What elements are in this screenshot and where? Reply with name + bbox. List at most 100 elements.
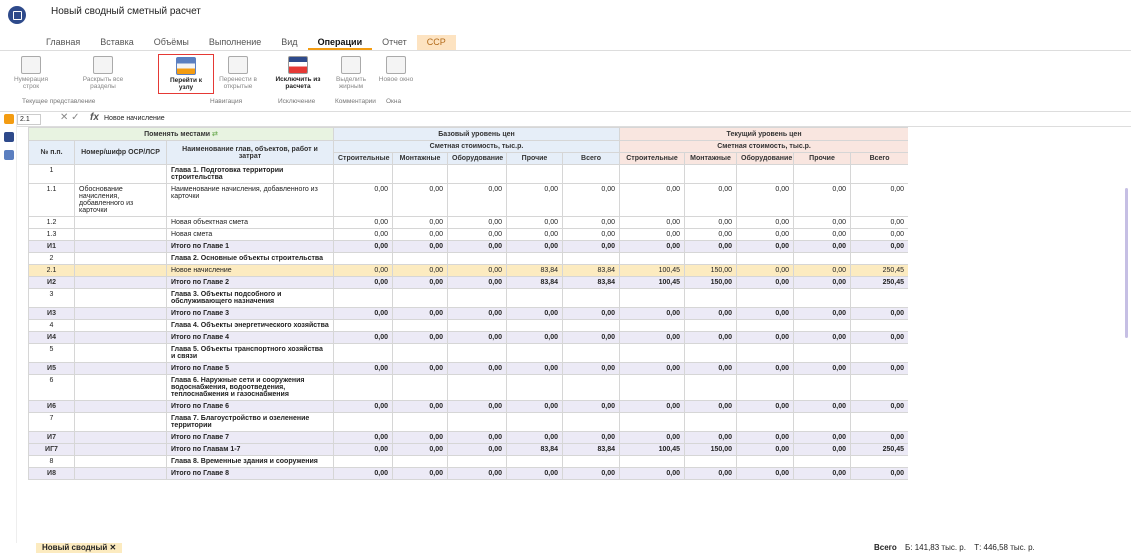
empty-cell[interactable] bbox=[506, 319, 563, 332]
col-num-header[interactable]: № п.п. bbox=[28, 140, 75, 165]
bold-button[interactable]: Выделить жирным bbox=[334, 56, 368, 90]
empty-cell[interactable] bbox=[793, 288, 852, 308]
value-cell[interactable]: 0,00 bbox=[392, 443, 448, 456]
value-cell[interactable]: 0,00 bbox=[736, 443, 795, 456]
row-number-cell[interactable]: И4 bbox=[28, 331, 75, 344]
value-cell[interactable]: 0,00 bbox=[793, 331, 852, 344]
row-name-cell[interactable]: Глава 2. Основные объекты строительства bbox=[166, 252, 334, 265]
value-cell[interactable]: 0,00 bbox=[793, 467, 852, 480]
empty-cell[interactable] bbox=[447, 319, 507, 332]
tab-view[interactable]: Вид bbox=[271, 35, 307, 50]
value-cell[interactable]: 0,00 bbox=[506, 331, 563, 344]
formula-input[interactable]: Новое начисление bbox=[104, 115, 165, 122]
row-name-cell[interactable]: Глава 7. Благоустройство и озеленение те… bbox=[166, 412, 334, 432]
value-cell[interactable]: 0,00 bbox=[561, 331, 621, 344]
value-cell[interactable]: 0,00 bbox=[684, 228, 738, 241]
value-cell[interactable]: 0,00 bbox=[850, 307, 908, 320]
empty-cell[interactable] bbox=[392, 319, 448, 332]
empty-cell[interactable] bbox=[447, 412, 507, 432]
row-code-cell[interactable] bbox=[74, 264, 167, 277]
row-code-cell[interactable] bbox=[74, 164, 167, 184]
value-cell[interactable]: 0,00 bbox=[392, 307, 448, 320]
row-number-cell[interactable]: 1.1 bbox=[28, 183, 75, 217]
value-cell[interactable]: 0,00 bbox=[850, 331, 908, 344]
value-cell[interactable]: 0,00 bbox=[333, 183, 393, 217]
row-code-cell[interactable] bbox=[74, 319, 167, 332]
value-cell[interactable]: 0,00 bbox=[506, 467, 563, 480]
value-cell[interactable]: 0,00 bbox=[506, 228, 563, 241]
row-numbering-button[interactable]: Нумерация строк bbox=[6, 56, 56, 90]
empty-cell[interactable] bbox=[561, 412, 621, 432]
value-cell[interactable]: 0,00 bbox=[561, 307, 621, 320]
value-cell[interactable]: 0,00 bbox=[392, 400, 448, 413]
value-cell[interactable]: 0,00 bbox=[333, 216, 393, 229]
value-cell[interactable]: 83,84 bbox=[561, 276, 621, 289]
empty-cell[interactable] bbox=[793, 164, 852, 184]
value-cell[interactable]: 0,00 bbox=[619, 400, 686, 413]
empty-cell[interactable] bbox=[684, 343, 738, 363]
row-name-cell[interactable]: Итого по Главе 8 bbox=[166, 467, 334, 480]
row-number-cell[interactable]: И3 bbox=[28, 307, 75, 320]
value-cell[interactable]: 0,00 bbox=[333, 240, 393, 253]
base-col-header[interactable]: Всего bbox=[561, 152, 621, 165]
col-name-header[interactable]: Наименование глав, объектов, работ и зат… bbox=[166, 140, 334, 165]
empty-cell[interactable] bbox=[333, 288, 393, 308]
empty-cell[interactable] bbox=[850, 455, 908, 468]
empty-cell[interactable] bbox=[850, 252, 908, 265]
row-code-cell[interactable] bbox=[74, 443, 167, 456]
row-number-cell[interactable]: 2.1 bbox=[28, 264, 75, 277]
grid-icon[interactable] bbox=[4, 114, 14, 124]
empty-cell[interactable] bbox=[684, 374, 738, 401]
empty-cell[interactable] bbox=[506, 252, 563, 265]
row-name-cell[interactable]: Глава 6. Наружные сети и сооружения водо… bbox=[166, 374, 334, 401]
list-icon[interactable] bbox=[4, 150, 14, 160]
value-cell[interactable]: 0,00 bbox=[684, 240, 738, 253]
value-cell[interactable]: 150,00 bbox=[684, 443, 738, 456]
row-name-cell[interactable]: Итого по Главе 5 bbox=[166, 362, 334, 375]
empty-cell[interactable] bbox=[684, 319, 738, 332]
row-number-cell[interactable]: И7 bbox=[28, 431, 75, 444]
go-to-node-button[interactable]: Перейти к узлу bbox=[158, 54, 214, 94]
value-cell[interactable]: 0,00 bbox=[447, 264, 507, 277]
row-name-cell[interactable]: Итого по Главе 4 bbox=[166, 331, 334, 344]
empty-cell[interactable] bbox=[447, 455, 507, 468]
value-cell[interactable]: 0,00 bbox=[333, 431, 393, 444]
chapter-row[interactable]: 1 Глава 1. Подготовка территории строител… bbox=[28, 164, 908, 184]
row-code-cell[interactable]: Обоснование начисления, добавленного из … bbox=[74, 183, 167, 217]
value-cell[interactable]: 0,00 bbox=[736, 467, 795, 480]
empty-cell[interactable] bbox=[793, 252, 852, 265]
vertical-scrollbar[interactable] bbox=[1125, 188, 1128, 338]
cell-address-input[interactable]: 2.1 bbox=[17, 114, 41, 125]
empty-cell[interactable] bbox=[850, 343, 908, 363]
empty-cell[interactable] bbox=[619, 343, 686, 363]
empty-cell[interactable] bbox=[736, 164, 795, 184]
row-code-cell[interactable] bbox=[74, 412, 167, 432]
total-row[interactable]: И3 Итого по Главе 3 0,00 0,00 0,00 0,00 0,00 0,… bbox=[28, 307, 908, 320]
value-cell[interactable]: 0,00 bbox=[333, 331, 393, 344]
total-row[interactable]: И8 Итого по Главе 8 0,00 0,00 0,00 0,00 0,00 0,… bbox=[28, 467, 908, 480]
value-cell[interactable]: 0,00 bbox=[850, 467, 908, 480]
empty-cell[interactable] bbox=[619, 252, 686, 265]
value-cell[interactable]: 0,00 bbox=[447, 443, 507, 456]
row-code-cell[interactable] bbox=[74, 431, 167, 444]
empty-cell[interactable] bbox=[736, 288, 795, 308]
base-col-header[interactable]: Прочие bbox=[506, 152, 563, 165]
row-number-cell[interactable]: 6 bbox=[28, 374, 75, 401]
value-cell[interactable]: 0,00 bbox=[333, 276, 393, 289]
empty-cell[interactable] bbox=[850, 164, 908, 184]
row-code-cell[interactable] bbox=[74, 374, 167, 401]
empty-cell[interactable] bbox=[561, 252, 621, 265]
empty-cell[interactable] bbox=[392, 455, 448, 468]
value-cell[interactable]: 0,00 bbox=[619, 307, 686, 320]
value-cell[interactable]: 0,00 bbox=[736, 307, 795, 320]
value-cell[interactable]: 0,00 bbox=[684, 183, 738, 217]
value-cell[interactable]: 0,00 bbox=[447, 331, 507, 344]
row-name-cell[interactable]: Глава 1. Подготовка территории строитель… bbox=[166, 164, 334, 184]
empty-cell[interactable] bbox=[561, 164, 621, 184]
row-name-cell[interactable]: Итого по Главе 7 bbox=[166, 431, 334, 444]
value-cell[interactable]: 0,00 bbox=[736, 331, 795, 344]
value-cell[interactable]: 0,00 bbox=[619, 183, 686, 217]
empty-cell[interactable] bbox=[392, 252, 448, 265]
value-cell[interactable]: 150,00 bbox=[684, 276, 738, 289]
value-cell[interactable]: 0,00 bbox=[506, 307, 563, 320]
